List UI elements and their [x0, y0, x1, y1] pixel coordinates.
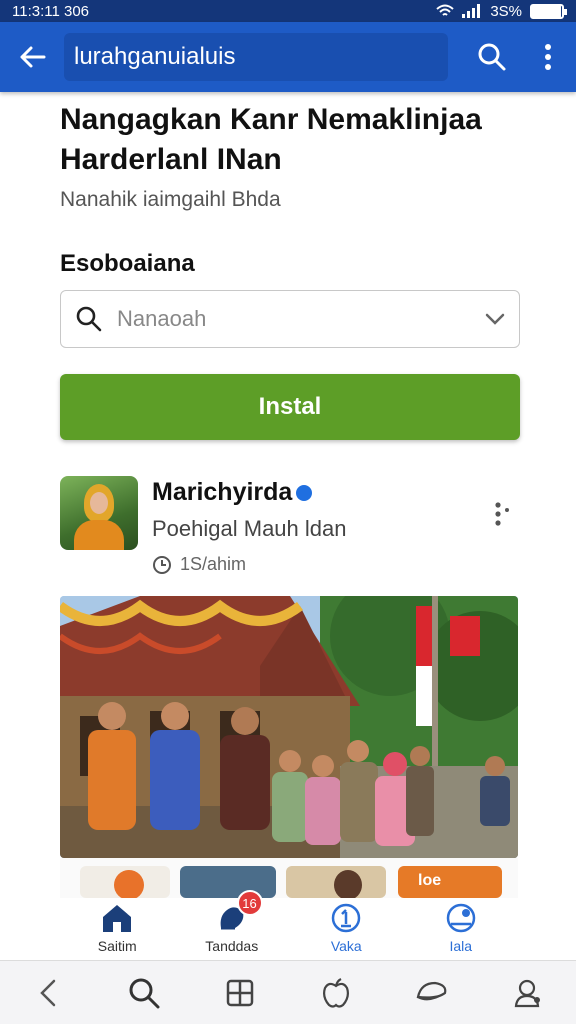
status-bar: 11:3:11 306 3S% — [0, 0, 576, 22]
chevron-down-icon — [485, 313, 505, 325]
nav-search-button[interactable] — [114, 963, 174, 1023]
wifi-icon — [436, 4, 454, 16]
tab-profile[interactable]: Iala — [404, 898, 519, 960]
profile-icon — [446, 903, 475, 933]
nav-back-button[interactable] — [18, 963, 78, 1023]
tab-bar: Saitim 16 Tanddas Vaka Iala — [60, 890, 519, 960]
author-name: Marichyirda — [152, 478, 293, 506]
tab-notifications[interactable]: 16 Tanddas — [175, 890, 290, 960]
user-icon — [514, 979, 540, 1007]
preview-tag: loe — [418, 872, 442, 889]
status-time: 11:3:11 306 — [12, 2, 90, 20]
battery-icon — [530, 3, 567, 19]
village-photo — [60, 596, 518, 858]
search-icon — [478, 43, 506, 71]
post-header: Marichyirda Poehigal Mauh ldan 1S/ahim — [60, 476, 520, 586]
more-vertical-icon — [545, 44, 551, 70]
avatar-body — [74, 520, 124, 550]
section-label: Esoboaiana — [60, 250, 195, 277]
cap-icon — [416, 981, 447, 1000]
search-input[interactable]: lurahganuialuis — [64, 33, 448, 81]
post-author[interactable]: Marichyirda — [152, 478, 313, 507]
info-icon — [332, 903, 361, 933]
preview-strip: loe — [60, 858, 518, 900]
post-menu-button[interactable] — [484, 496, 520, 532]
battery-text: 3S% — [490, 2, 522, 20]
preview-thumb[interactable] — [80, 866, 170, 900]
nav-grid-button[interactable] — [210, 963, 270, 1023]
nav-cap-button[interactable] — [402, 963, 462, 1023]
tab-label: Vaka — [330, 938, 362, 954]
notification-badge: 16 — [236, 890, 263, 916]
arrow-left-icon — [20, 46, 46, 68]
preview-thumb[interactable]: loe — [398, 866, 502, 898]
apple-icon — [323, 977, 349, 1008]
more-dots-icon — [495, 502, 509, 526]
overflow-menu-button[interactable] — [520, 22, 576, 92]
back-button[interactable] — [0, 22, 64, 92]
back-icon — [40, 979, 56, 1006]
page-subtitle: Nanahik iaimgaihl Bhda — [60, 188, 281, 211]
avatar-face — [90, 492, 108, 514]
tab-label: Tanddas — [205, 938, 259, 954]
post-photo[interactable] — [60, 596, 518, 858]
page-title: Nangagkan Kanr Nemaklinjaa Harderlanl IN… — [60, 103, 482, 176]
select-value: Nanaoah — [117, 306, 207, 331]
clock-icon — [153, 555, 171, 574]
search-icon — [76, 306, 102, 332]
tab-label: Saitim — [97, 938, 137, 954]
tab-info[interactable]: Vaka — [289, 898, 404, 960]
main-content: Nangagkan Kanr Nemaklinjaa Harderlanl IN… — [60, 100, 520, 440]
time-text: 1S/ahim — [180, 554, 247, 574]
signal-icon — [462, 4, 481, 18]
thumb-person — [334, 870, 362, 900]
search-button[interactable] — [464, 22, 520, 92]
install-button[interactable]: Instal — [60, 374, 520, 440]
preview-thumb[interactable] — [180, 866, 276, 898]
status-icons: 3S% — [436, 2, 567, 20]
author-subtitle: Poehigal Mauh ldan — [152, 516, 347, 541]
battery-level — [532, 5, 561, 17]
verified-icon — [296, 484, 313, 501]
app-bar: lurahganuialuis — [0, 22, 576, 92]
search-select[interactable]: Nanaoah — [60, 290, 520, 348]
system-nav-bar — [0, 960, 576, 1024]
preview-thumb[interactable] — [286, 866, 386, 900]
nav-apple-button[interactable] — [306, 963, 366, 1023]
tab-home[interactable]: Saitim — [60, 898, 175, 960]
grid-icon — [226, 979, 254, 1006]
tab-label: Iala — [449, 938, 473, 954]
home-icon — [103, 905, 132, 932]
thumb-person — [114, 870, 144, 900]
nav-user-button[interactable] — [498, 963, 558, 1023]
search-icon — [129, 978, 160, 1008]
post-time: 1S/ahim — [152, 554, 246, 575]
avatar[interactable] — [60, 476, 138, 550]
